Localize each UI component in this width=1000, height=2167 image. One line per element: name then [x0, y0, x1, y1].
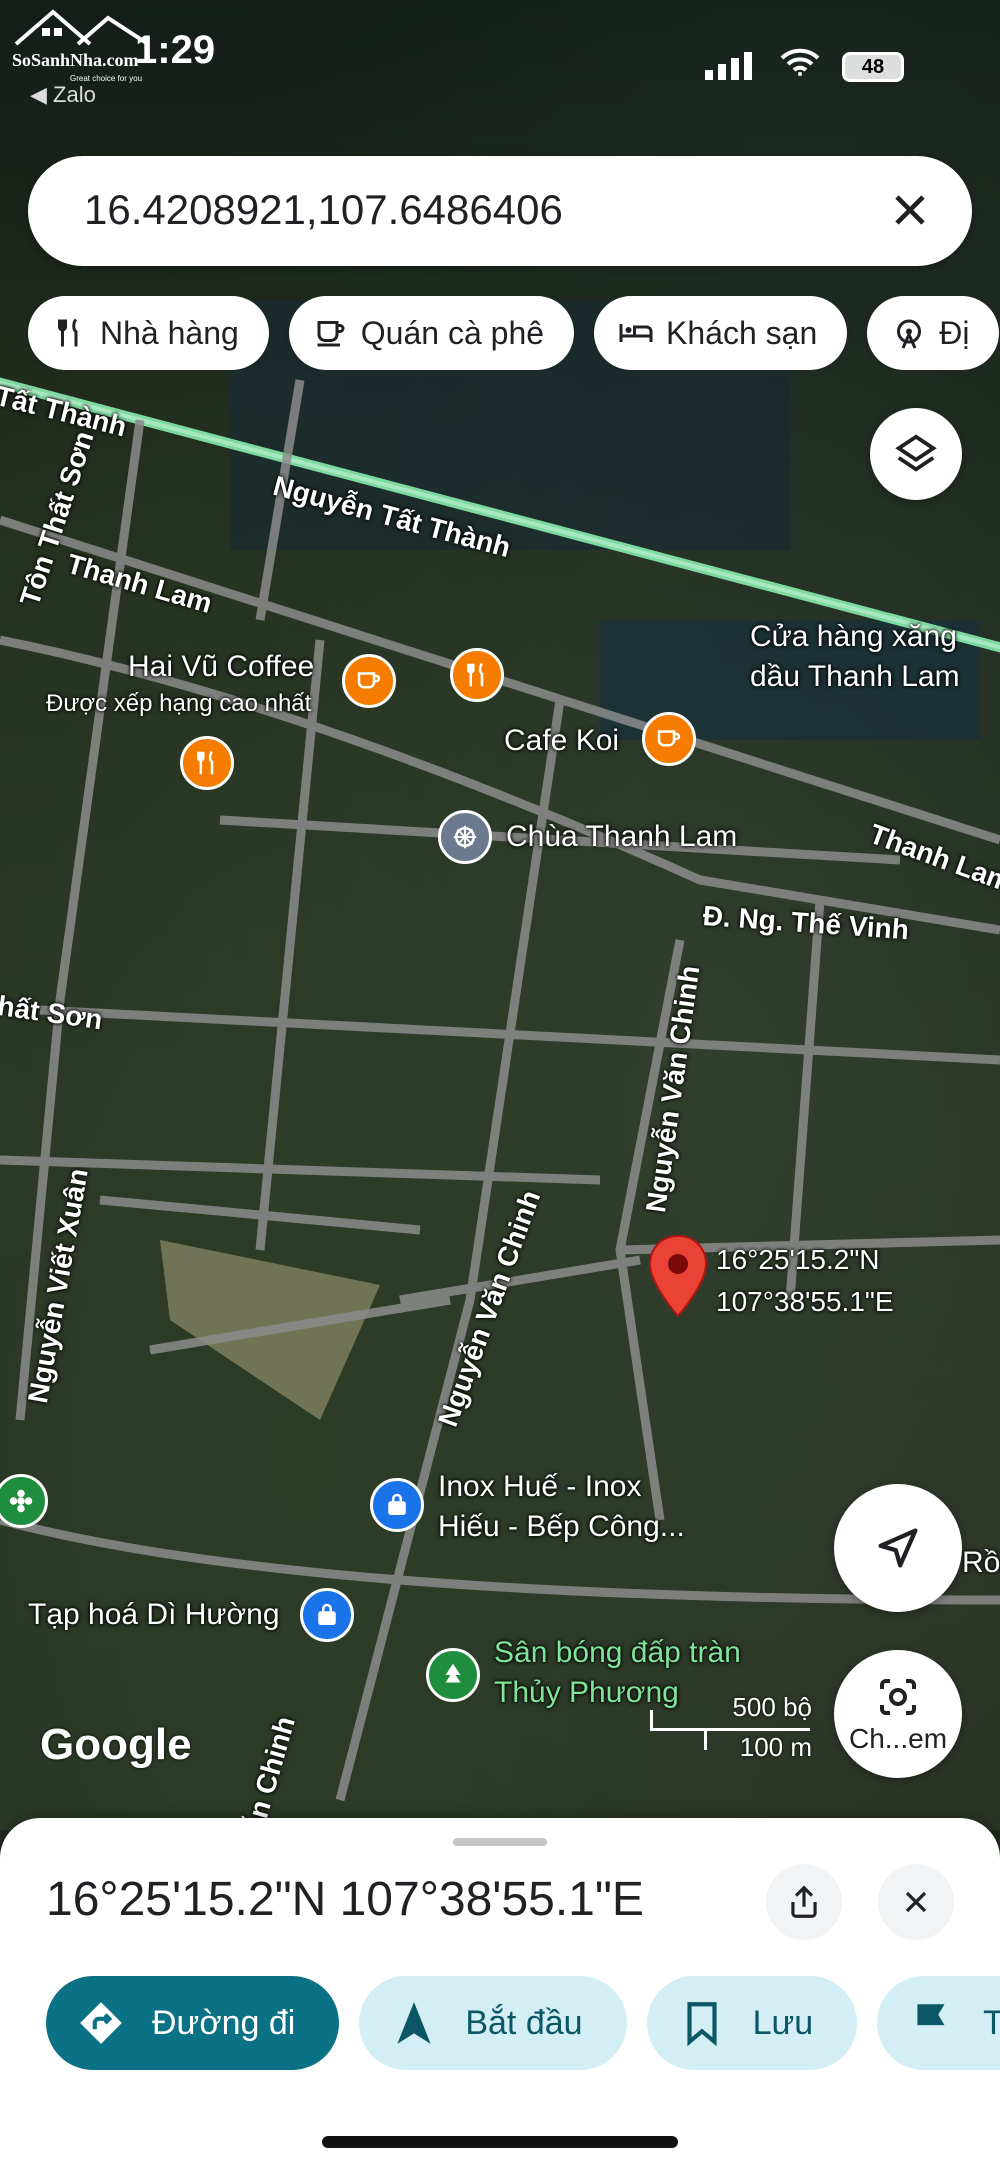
search-query[interactable]: 16.4208921,107.6486406 [84, 186, 563, 234]
action-label: Bắt đầu [465, 2003, 583, 2042]
flag-icon [917, 2004, 945, 2042]
restaurant-poi-icon[interactable] [450, 648, 504, 702]
ferris-wheel-icon [897, 319, 922, 349]
camera-lens-icon [880, 1679, 916, 1715]
place-label-gas-station[interactable]: Cửa hàng xăng [750, 620, 957, 654]
place-label-gas-station[interactable]: dầu Thanh Lam [750, 660, 960, 694]
chip-label: Nhà hàng [100, 314, 239, 351]
chip-label: Khách sạn [666, 314, 818, 351]
wifi-icon [780, 48, 820, 76]
place-label-partial: Rồ [962, 1546, 1000, 1579]
action-label: Đường đi [152, 2003, 296, 2042]
clear-search-icon[interactable] [884, 184, 936, 236]
place-label-chua[interactable]: Chùa Thanh Lam [506, 820, 737, 854]
watermark-logo: SoSanhNha.com Great choice for you [8, 4, 158, 84]
scale-imperial-label: 500 bộ [732, 1692, 812, 1722]
layers-button[interactable] [870, 408, 962, 500]
action-label: Thê [983, 2003, 1000, 2042]
cafe-poi-icon[interactable] [642, 712, 696, 766]
chip-label: Quán cà phê [360, 314, 545, 351]
google-lens-button[interactable]: Ch...em [834, 1650, 962, 1778]
shopping-bag-poi-icon[interactable] [300, 1588, 354, 1642]
place-label-inox[interactable]: Hiếu - Bếp Công... [438, 1510, 685, 1544]
place-label-cafe-koi[interactable]: Cafe Koi [504, 724, 619, 758]
layers-icon [895, 434, 937, 472]
fork-knife-icon [58, 318, 78, 347]
shopping-bag-poi-icon[interactable] [370, 1478, 424, 1532]
temple-poi-icon[interactable] [438, 810, 492, 864]
cafe-poi-icon[interactable] [342, 654, 396, 708]
place-bottom-sheet[interactable]: 16°25'15.2"N 107°38'55.1"E Đường đi Bắt … [0, 1818, 1000, 2167]
category-chips: Nhà hàng Quán cà phê Khách sạn Đị [28, 296, 1000, 370]
action-buttons: Đường đi Bắt đầu Lưu Thê [46, 1976, 1000, 2070]
place-label-inox[interactable]: Inox Huế - Inox [438, 1470, 641, 1504]
share-icon [791, 1885, 817, 1918]
chip-coffee[interactable]: Quán cà phê [288, 296, 575, 370]
add-label-button[interactable]: Thê [877, 1976, 1000, 2070]
watermark-tagline: Great choice for you [70, 74, 143, 83]
place-label-hai-vu[interactable]: Hai Vũ Coffee [128, 650, 314, 684]
close-icon [905, 1891, 927, 1913]
battery-icon: 48 [842, 52, 904, 82]
scale-bar: 500 bộ 100 m [650, 1692, 820, 1762]
restaurant-poi-icon[interactable] [180, 736, 234, 790]
place-label-tap-hoa[interactable]: Tạp hoá Dì Hường [28, 1598, 280, 1632]
directions-button[interactable]: Đường đi [46, 1976, 340, 2070]
sheet-drag-handle[interactable] [453, 1838, 547, 1846]
watermark-brand: SoSanhNha.com [12, 50, 139, 70]
my-location-button[interactable] [834, 1484, 962, 1612]
navigation-arrow-icon [878, 1528, 918, 1568]
share-button[interactable] [766, 1864, 842, 1940]
location-pin-icon[interactable] [648, 1234, 708, 1318]
bookmark-icon [686, 2002, 717, 2047]
search-bar[interactable]: 16.4208921,107.6486406 [28, 156, 972, 266]
home-indicator[interactable] [322, 2136, 678, 2148]
coffee-cup-icon [317, 321, 345, 347]
directions-icon [80, 2002, 122, 2044]
place-label-san-bong[interactable]: Sân bóng đấp tràn [494, 1636, 741, 1670]
action-label: Lưu [752, 2003, 814, 2042]
scale-metric-label: 100 m [739, 1732, 812, 1762]
start-button[interactable]: Bắt đầu [359, 1976, 627, 2070]
back-to-app-link[interactable]: ◀ Zalo [30, 82, 96, 108]
google-logo: Google [40, 1720, 192, 1769]
chip-hotels[interactable]: Khách sạn [594, 296, 848, 370]
pin-latitude-label: 16°25'15.2"N [716, 1244, 880, 1275]
chip-attractions[interactable]: Đị [867, 296, 1000, 370]
close-sheet-button[interactable] [878, 1864, 954, 1940]
pin-longitude-label: 107°38'55.1"E [716, 1286, 894, 1317]
navigation-arrow-icon [397, 2002, 432, 2044]
bed-icon [619, 324, 653, 342]
cellular-signal-icon [705, 52, 752, 80]
lens-label: Ch...em [848, 1723, 948, 1754]
coordinates-title: 16°25'15.2"N 107°38'55.1"E [46, 1873, 644, 1926]
park-tree-poi-icon[interactable] [426, 1648, 480, 1702]
save-button[interactable]: Lưu [646, 1976, 858, 2070]
chip-restaurants[interactable]: Nhà hàng [28, 296, 269, 370]
place-rating-label: Được xếp hạng cao nhất [46, 690, 312, 717]
chip-label: Đị [939, 314, 970, 351]
